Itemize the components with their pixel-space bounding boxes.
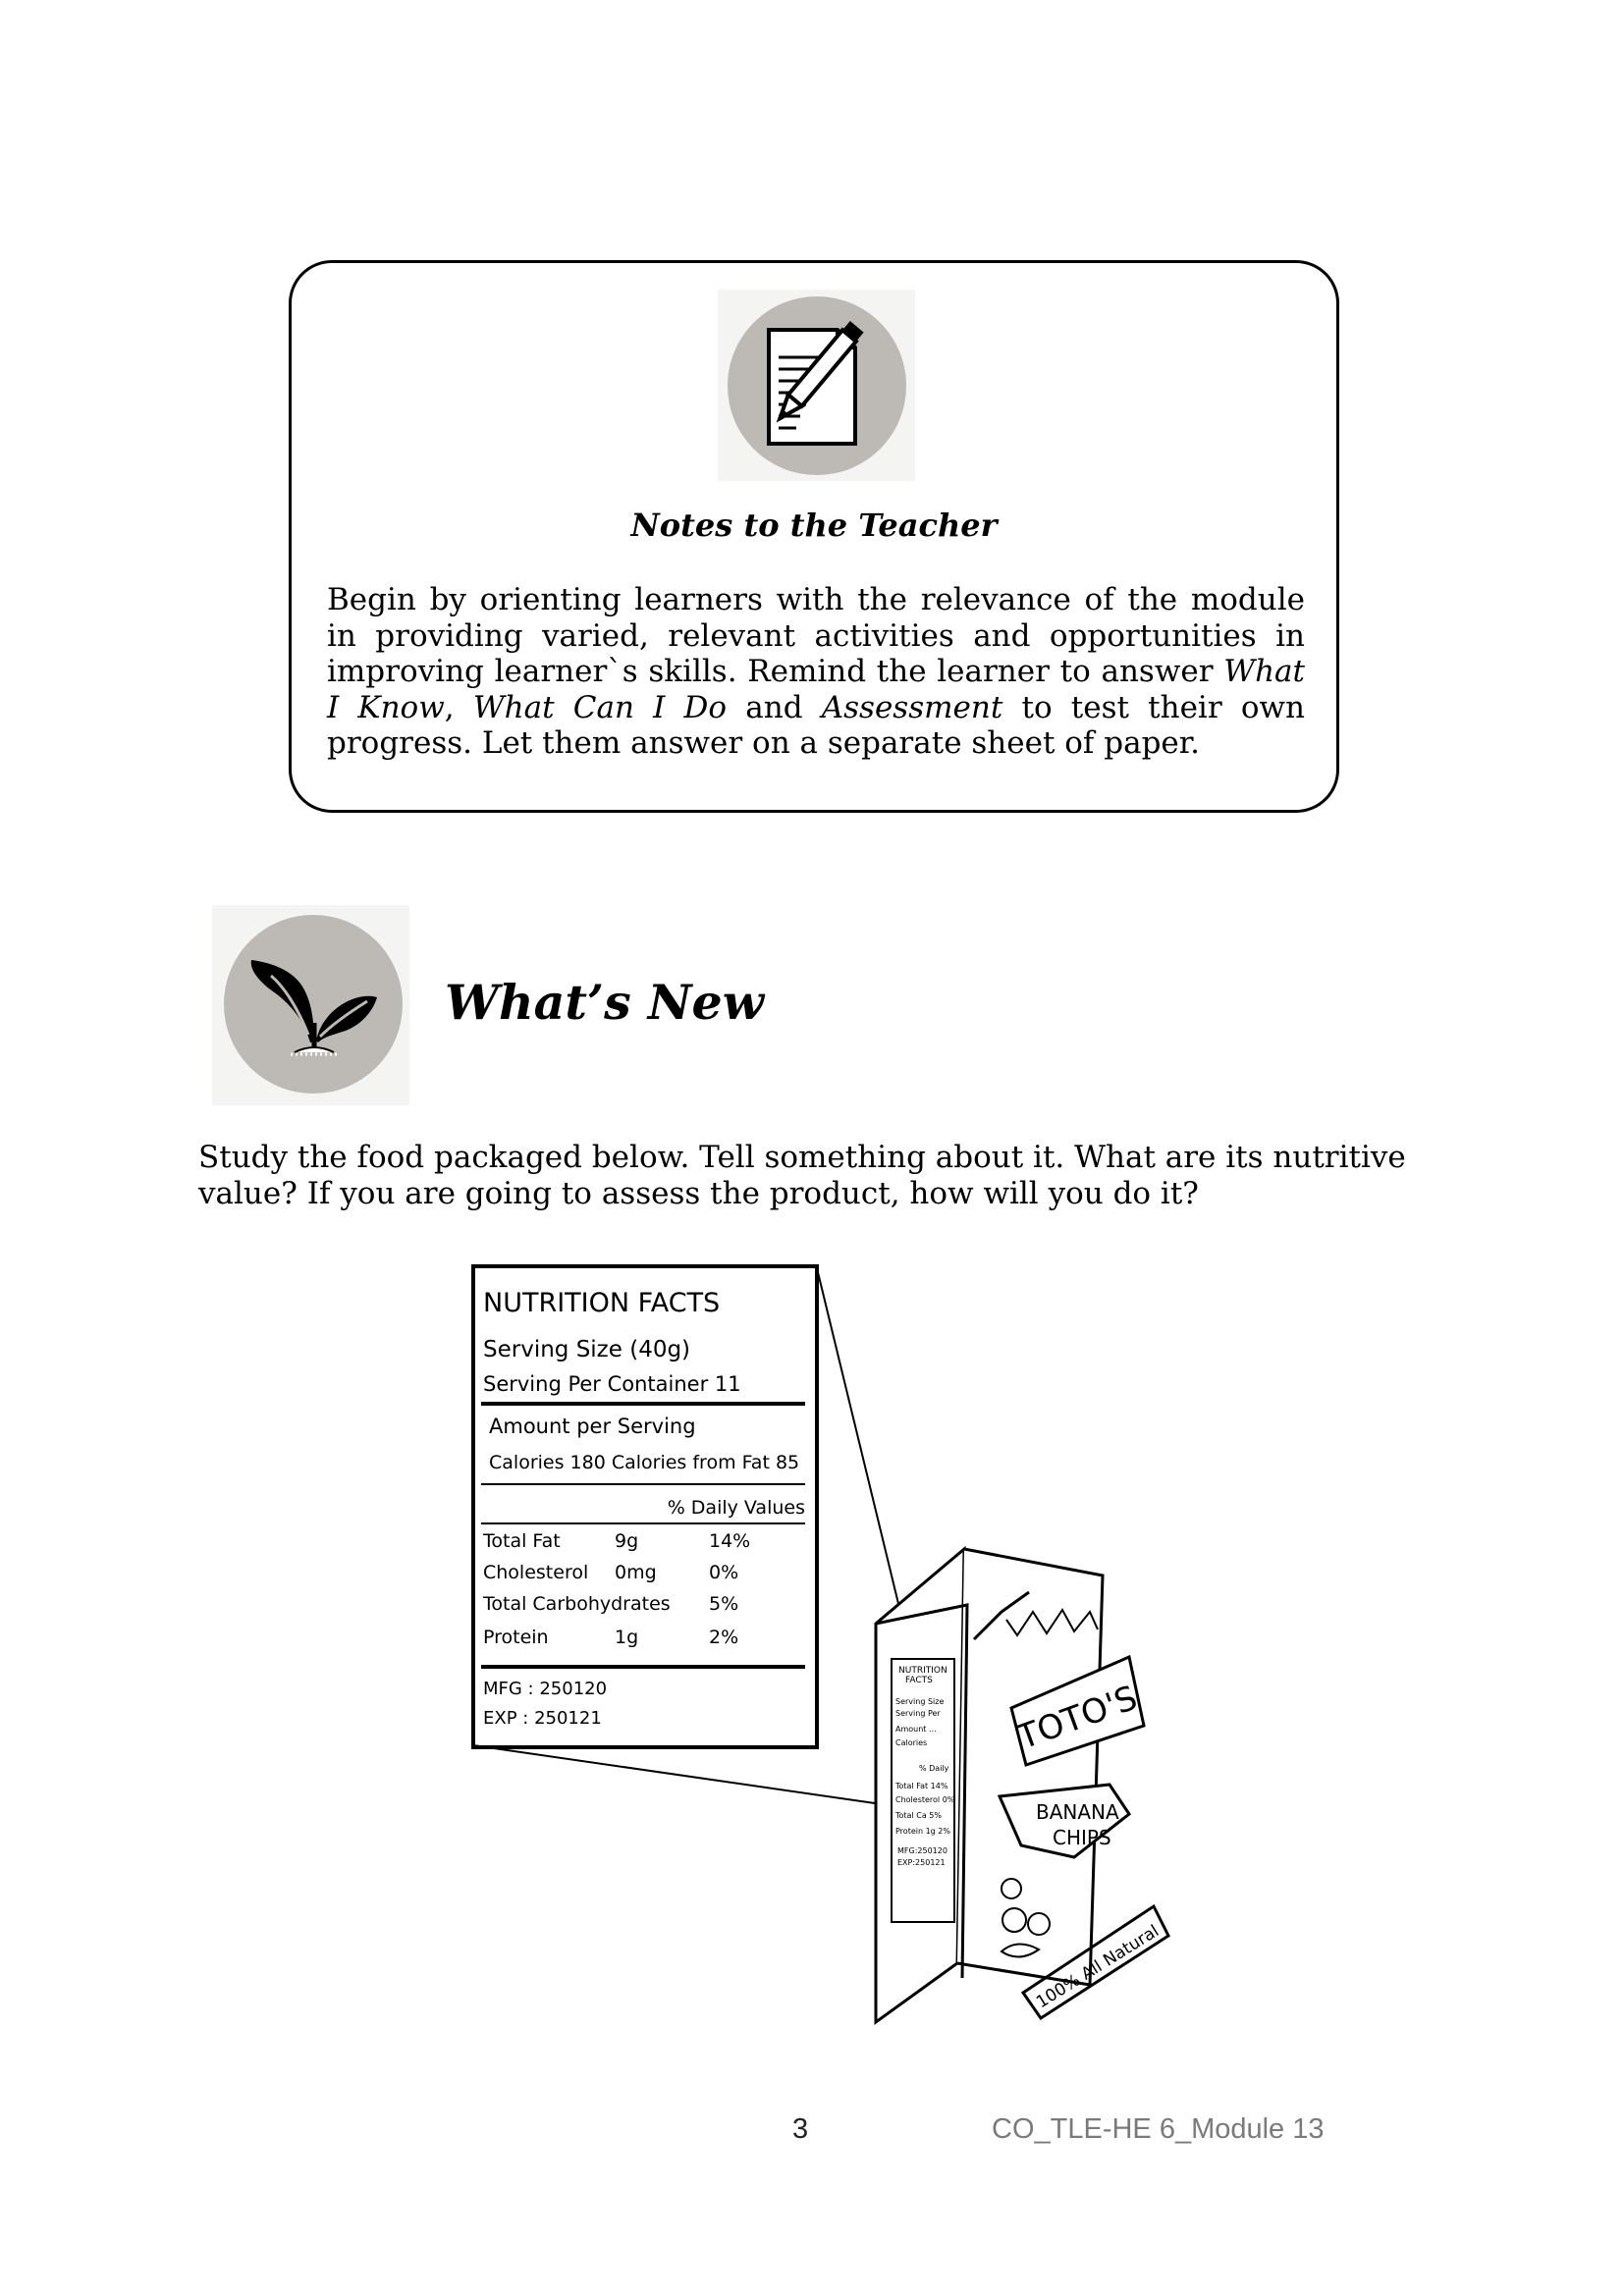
- label-row-amount: 1g: [615, 1627, 638, 1648]
- small-label-line: Protein 1g 2%: [895, 1827, 950, 1836]
- label-serving-per-container: Serving Per Container 11: [483, 1372, 741, 1396]
- label-row-pct: 5%: [709, 1593, 738, 1615]
- small-label-line: Serving Per: [895, 1709, 941, 1718]
- label-row-amount: 0mg: [615, 1562, 657, 1583]
- small-label-line: EXP:250121: [897, 1858, 946, 1867]
- package-product-line2: CHIPS: [1053, 1826, 1111, 1849]
- label-amount-per-serving: Amount per Serving: [489, 1415, 696, 1438]
- notes-sep-1: ,: [444, 689, 473, 725]
- label-row-name: Total Fat: [482, 1530, 561, 1552]
- label-row-name: Cholesterol: [483, 1562, 588, 1583]
- label-row-amount: 9g: [615, 1530, 638, 1552]
- notes-body: Begin by orienting learners with the rel…: [327, 582, 1305, 762]
- package-product-line1: BANANA: [1036, 1800, 1119, 1824]
- small-label-title: NUTRITION: [898, 1666, 947, 1676]
- label-row-name: Total Carbohydrates: [482, 1593, 671, 1615]
- label-row-name: Protein: [483, 1627, 549, 1648]
- sprout-icon: [224, 915, 403, 1094]
- label-row-pct: 2%: [709, 1627, 738, 1648]
- label-daily-values: % Daily Values: [668, 1497, 805, 1519]
- label-calories: Calories 180 Calories from Fat 85: [489, 1452, 799, 1473]
- label-row-pct: 14%: [709, 1530, 750, 1552]
- notes-what-can-i-do: What Can I Do: [472, 689, 728, 725]
- label-row-pct: 0%: [709, 1562, 738, 1583]
- label-title: NUTRITION FACTS: [483, 1288, 720, 1318]
- label-mfg: MFG : 250120: [483, 1679, 607, 1699]
- small-label-line: MFG:250120: [897, 1846, 947, 1855]
- notes-assessment: Assessment: [821, 689, 1003, 725]
- label-exp: EXP : 250121: [483, 1708, 602, 1729]
- small-label-line: Total Ca 5%: [894, 1811, 942, 1820]
- whats-new-title: What’s New: [445, 974, 764, 1031]
- small-label-line: % Daily: [919, 1764, 949, 1773]
- page-number: 3: [792, 2113, 809, 2145]
- small-label-line: Cholesterol 0%: [895, 1795, 955, 1804]
- small-label-title: FACTS: [905, 1676, 933, 1685]
- banana-chips-package: NUTRITION FACTS Serving Size Serving Per…: [874, 1545, 1170, 2025]
- label-serving-size: Serving Size (40g): [483, 1337, 690, 1362]
- notes-title: Notes to the Teacher: [630, 507, 998, 544]
- module-code: CO_TLE-HE 6_Module 13: [992, 2113, 1325, 2145]
- nutrition-facts-label: NUTRITION FACTS Serving Size (40g) Servi…: [471, 1264, 819, 1749]
- document-pencil-icon: [728, 296, 906, 475]
- notes-sep-2: and: [727, 689, 822, 725]
- nutrition-label-illustration: NUTRITION FACTS Serving Size (40g) Servi…: [471, 1264, 1170, 2025]
- small-label-line: Total Fat 14%: [894, 1782, 948, 1790]
- whats-new-instruction: Study the food packaged below. Tell some…: [198, 1140, 1406, 1211]
- notes-text-1: Begin by orienting learners with the rel…: [327, 582, 1305, 689]
- small-label-line: Calories: [895, 1738, 927, 1747]
- small-label-line: Serving Size: [895, 1697, 944, 1706]
- small-label-line: Amount ...: [895, 1725, 937, 1734]
